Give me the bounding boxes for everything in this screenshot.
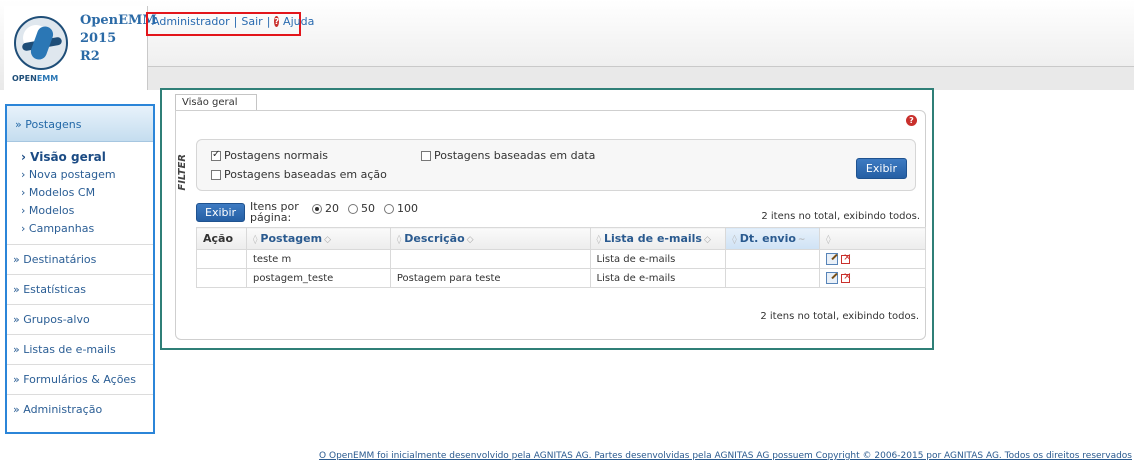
page-size-100[interactable]: 100 bbox=[384, 202, 418, 215]
mailings-table: Ação ◊ Postagem ◇ ◊ Descrição ◇ ◊ Lista de e-… bbox=[196, 227, 926, 288]
checkbox[interactable] bbox=[211, 170, 221, 180]
item-count-bottom: 2 itens no total, exibindo todos. bbox=[760, 311, 919, 322]
filter-option-date[interactable]: Postagens baseadas em data bbox=[421, 149, 595, 162]
footer-copyright[interactable]: O OpenEMM foi inicialmente desenvolvido … bbox=[319, 451, 1132, 461]
sidebar-item-formularios[interactable]: » Formulários & Ações bbox=[7, 364, 153, 394]
sidebar-item-grupos-alvo[interactable]: » Grupos-alvo bbox=[7, 304, 153, 334]
sidebar-item-administracao[interactable]: » Administração bbox=[7, 394, 153, 424]
edit-icon[interactable] bbox=[826, 272, 839, 284]
table-header-row: Ação ◊ Postagem ◇ ◊ Descrição ◇ ◊ Lista de e-… bbox=[196, 227, 926, 250]
logout-link[interactable]: Sair bbox=[241, 15, 262, 28]
cell-descricao: Postagem para teste bbox=[389, 268, 591, 288]
sidebar-subitem-campanhas[interactable]: › Campanhas bbox=[21, 220, 153, 238]
cell-acao bbox=[196, 268, 247, 288]
filter-box: FILTER Postagens normais Postagens basea… bbox=[177, 139, 916, 191]
col-header-descricao[interactable]: ◊ Descrição ◇ bbox=[389, 227, 591, 250]
col-header-acao: Ação bbox=[196, 227, 247, 250]
col-header-postagem[interactable]: ◊ Postagem ◇ bbox=[245, 227, 391, 250]
cell-descricao bbox=[389, 249, 591, 269]
separator: | bbox=[266, 15, 271, 28]
main-panel: Visão geral ? FILTER Postagens normais P… bbox=[160, 88, 934, 350]
cell-actions bbox=[819, 249, 926, 269]
sidebar-item-destinatarios[interactable]: » Destinatários bbox=[7, 244, 153, 274]
item-count: 2 itens no total, exibindo todos. bbox=[761, 211, 920, 222]
sidebar-item-listas[interactable]: » Listas de e-mails bbox=[7, 334, 153, 364]
col-header-actions: ◊ bbox=[819, 227, 926, 250]
content-area: ? FILTER Postagens normais Postagens bas… bbox=[175, 110, 926, 340]
logo: OPENEMM OpenEMM 2015 R2 bbox=[4, 6, 157, 90]
header: OPENEMM OpenEMM 2015 R2 Administrador | … bbox=[0, 0, 1134, 90]
cell-acao bbox=[196, 249, 247, 269]
filter-option-normal[interactable]: Postagens normais bbox=[211, 149, 328, 162]
logo-wordmark: OPENEMM bbox=[12, 74, 59, 83]
sidebar-subitem-modelos[interactable]: › Modelos bbox=[21, 202, 153, 220]
cell-lista: Lista de e-mails bbox=[589, 249, 727, 269]
checkbox[interactable] bbox=[421, 151, 431, 161]
items-per-page-label: Itens por página: bbox=[250, 200, 299, 224]
filter-exibir-button[interactable]: Exibir bbox=[855, 158, 907, 179]
sidebar-item-postagens[interactable]: » Postagens bbox=[7, 106, 153, 142]
page-size-50[interactable]: 50 bbox=[348, 202, 375, 215]
delete-icon[interactable] bbox=[841, 271, 852, 283]
sidebar: » Postagens › Visão geral › Nova postage… bbox=[5, 104, 155, 434]
help-icon[interactable]: ? bbox=[906, 115, 917, 126]
cell-lista: Lista de e-mails bbox=[589, 268, 727, 288]
page-size-20[interactable]: 20 bbox=[312, 202, 339, 215]
paging-bar: Exibir Itens por página: 20 50 100 2 ite… bbox=[196, 201, 926, 225]
separator: | bbox=[233, 15, 238, 28]
help-icon[interactable]: ? bbox=[274, 16, 280, 27]
sidebar-item-estatisticas[interactable]: » Estatísticas bbox=[7, 274, 153, 304]
cell-actions bbox=[819, 268, 926, 288]
sidebar-submenu: › Visão geral › Nova postagem › Modelos … bbox=[7, 142, 153, 244]
table-row[interactable]: teste m Lista de e-mails bbox=[196, 249, 926, 269]
top-links: Administrador | Sair | ? Ajuda bbox=[146, 12, 314, 36]
sidebar-subitem-modelos-cm[interactable]: › Modelos CM bbox=[21, 184, 153, 202]
exibir-button[interactable]: Exibir bbox=[196, 203, 246, 222]
cell-postagem[interactable]: teste m bbox=[245, 249, 391, 269]
delete-icon[interactable] bbox=[841, 252, 852, 264]
openemm-logo-icon bbox=[14, 16, 68, 70]
col-header-lista[interactable]: ◊ Lista de e-mails ◇ bbox=[589, 227, 727, 250]
edit-icon[interactable] bbox=[826, 253, 839, 265]
cell-postagem[interactable]: postagem_teste bbox=[245, 268, 391, 288]
user-link[interactable]: Administrador bbox=[152, 15, 230, 28]
filter-option-action[interactable]: Postagens baseadas em ação bbox=[211, 168, 387, 181]
table-row[interactable]: postagem_teste Postagem para teste Lista… bbox=[196, 268, 926, 288]
col-header-dt-envio[interactable]: ◊ Dt. envio ~ bbox=[725, 227, 821, 250]
help-link[interactable]: Ajuda bbox=[283, 15, 314, 28]
header-divider bbox=[148, 66, 1134, 90]
cell-dt-envio bbox=[725, 249, 821, 269]
sidebar-subitem-nova-postagem[interactable]: › Nova postagem bbox=[21, 166, 153, 184]
filter-label: FILTER bbox=[177, 154, 188, 191]
checkbox[interactable] bbox=[211, 149, 221, 161]
sidebar-subitem-visao-geral[interactable]: › Visão geral bbox=[21, 148, 153, 166]
cell-dt-envio bbox=[725, 268, 821, 288]
